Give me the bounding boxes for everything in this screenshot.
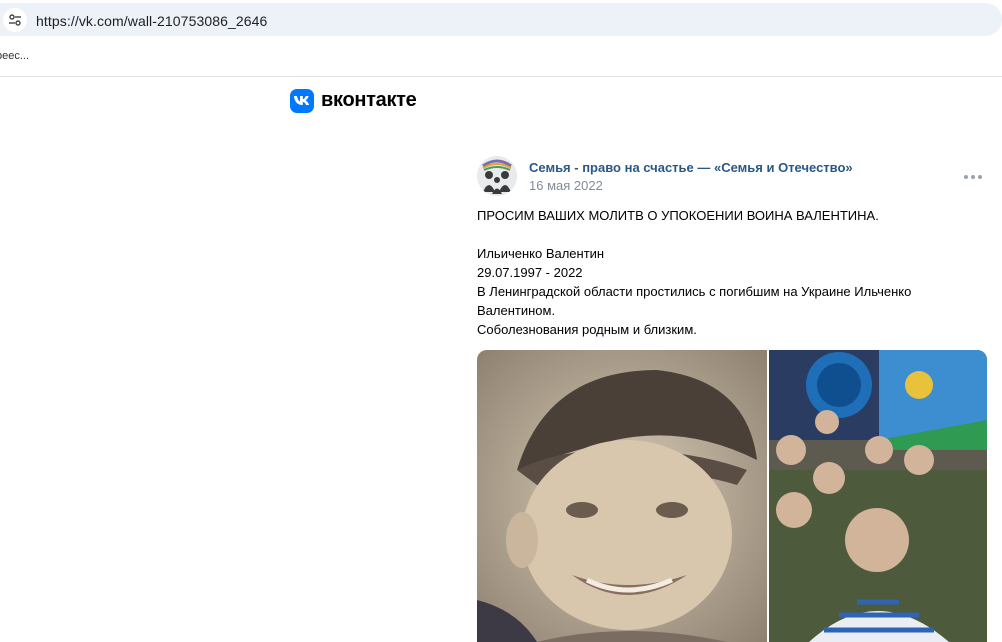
bookmark-item[interactable]: реес... bbox=[0, 50, 29, 62]
post-photo-portrait[interactable] bbox=[477, 350, 767, 642]
post-text: ПРОСИМ ВАШИХ МОЛИТВ О УПОКОЕНИИ ВОИНА ВА… bbox=[477, 206, 967, 339]
post-body-line-1: В Ленинградской области простились с пог… bbox=[477, 284, 912, 299]
post-body-line-2: Валентином. bbox=[477, 303, 556, 318]
group-name-link[interactable]: Семья - право на счастье — «Семья и Отеч… bbox=[529, 160, 853, 175]
address-bar[interactable]: https://vk.com/wall-210753086_2646 bbox=[0, 3, 1002, 36]
post-headline: ПРОСИМ ВАШИХ МОЛИТВ О УПОКОЕНИИ ВОИНА ВА… bbox=[477, 208, 879, 223]
group-avatar[interactable] bbox=[477, 156, 517, 196]
url-text[interactable]: https://vk.com/wall-210753086_2646 bbox=[36, 13, 267, 29]
vk-wordmark[interactable]: вконтакте bbox=[321, 89, 417, 112]
post-photo-group[interactable] bbox=[769, 350, 987, 642]
vk-logo-icon[interactable] bbox=[290, 89, 314, 113]
post-date-link[interactable]: 16 мая 2022 bbox=[529, 178, 603, 193]
post-name-line: Ильиченко Валентин bbox=[477, 246, 605, 261]
post-dates-line: 29.07.1997 - 2022 bbox=[477, 265, 583, 280]
browser-toolbar: https://vk.com/wall-210753086_2646 bbox=[0, 0, 1002, 40]
more-options-icon[interactable] bbox=[964, 170, 986, 184]
bookmarks-bar: реес... bbox=[0, 40, 1002, 77]
site-info-icon[interactable] bbox=[3, 8, 27, 32]
post-body-line-3: Соболезнования родным и близким. bbox=[477, 322, 697, 337]
